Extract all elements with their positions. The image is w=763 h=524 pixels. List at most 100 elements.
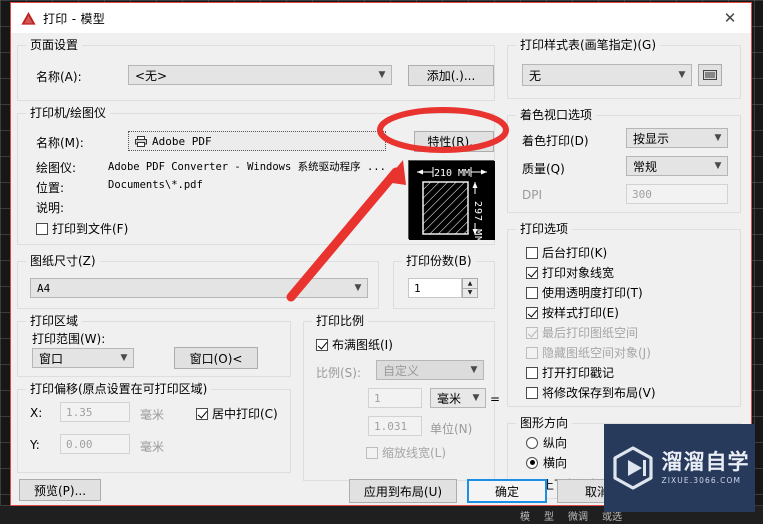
fit-to-paper-checkbox[interactable]: 布满图纸(I): [316, 336, 393, 353]
svg-text:210 MM: 210 MM: [434, 168, 470, 179]
window-pick-button[interactable]: 窗口(O)<: [174, 347, 258, 369]
page-setup-name-label: 名称(A):: [36, 70, 82, 84]
apply-to-layout-button[interactable]: 应用到布局(U): [349, 479, 457, 503]
plot-area-group: 打印区域 打印范围(W): 窗口 ▼ 窗口(O)<: [17, 314, 291, 377]
printer-icon: [135, 135, 147, 147]
close-icon[interactable]: ✕: [709, 3, 751, 33]
plot-option-label: 打印对象线宽: [542, 266, 615, 280]
page-setup-legend: 页面设置: [26, 38, 83, 52]
plot-range-combo[interactable]: 窗口 ▼: [32, 348, 134, 368]
printer-name-combo[interactable]: Adobe PDF: [128, 131, 386, 151]
spinner-up-icon[interactable]: ▲: [462, 278, 478, 289]
watermark: 溜溜自学 ZIXUE.3066.COM: [604, 424, 755, 512]
orientation-portrait-radio[interactable]: 纵向: [526, 434, 567, 451]
add-page-setup-button[interactable]: 添加(.)...: [408, 65, 494, 86]
plot-option-paperspace-last: 最后打印图纸空间: [526, 324, 638, 341]
plot-option-hide-paperspace: 隐藏图纸空间对象(J): [526, 344, 651, 361]
offset-x-label: X:: [30, 406, 43, 420]
page-setup-name-value: <无>: [135, 68, 168, 83]
plot-options-legend: 打印选项: [516, 222, 573, 236]
chevron-down-icon: ▼: [472, 393, 480, 403]
preview-button[interactable]: 预览(P)...: [19, 479, 101, 501]
dpi-label: DPI: [522, 188, 543, 202]
shade-plot-value: 按显示: [633, 131, 670, 146]
quality-combo[interactable]: 常规 ▼: [626, 156, 728, 176]
plot-area-legend: 打印区域: [26, 314, 83, 328]
checkbox-box: [526, 346, 538, 359]
scale-value: 自定义: [383, 363, 420, 378]
svg-text:297 MM: 297 MM: [472, 201, 483, 240]
printer-name-value: Adobe PDF: [152, 134, 212, 148]
dpi-input[interactable]: 300: [626, 184, 728, 204]
plot-option-save-layout[interactable]: 将修改保存到布局(V): [526, 384, 656, 401]
plot-option-transparency[interactable]: 使用透明度打印(T): [526, 284, 643, 301]
paper-size-combo[interactable]: A4 ▼: [30, 278, 368, 298]
printer-group: 打印机/绘图仪 名称(M): Adobe PDF 特性(R)... 绘图仪: A…: [17, 106, 495, 245]
shade-plot-label: 着色打印(D): [522, 134, 589, 148]
checkbox-box: [526, 306, 538, 319]
offset-x-unit: 毫米: [140, 408, 165, 422]
plot-option-background[interactable]: 后台打印(K): [526, 244, 607, 261]
checkbox-box: [526, 326, 538, 339]
plot-option-plot-style[interactable]: 按样式打印(E): [526, 304, 619, 321]
radio-circle: [526, 456, 538, 469]
checkbox-box: [36, 222, 48, 235]
plot-option-lineweights[interactable]: 打印对象线宽: [526, 264, 614, 281]
scale-equals-sign: =: [490, 392, 501, 406]
checkbox-box: [526, 386, 538, 399]
plot-option-label: 隐藏图纸空间对象(J): [542, 346, 651, 360]
plot-scale-group: 打印比例 布满图纸(I) 比例(S): 自定义 ▼ 1 毫米 ▼ = 1.031…: [303, 314, 500, 481]
plot-range-label: 打印范围(W):: [32, 332, 106, 346]
ok-button[interactable]: 确定: [467, 479, 547, 503]
center-plot-checkbox[interactable]: 居中打印(C): [196, 405, 278, 422]
plot-range-value: 窗口: [39, 351, 64, 366]
chevron-down-icon: ▼: [354, 283, 362, 293]
plot-option-label: 打开打印戳记: [542, 366, 615, 380]
paper-preview: 210 MM 297 MM: [408, 160, 495, 243]
scale-numerator-input[interactable]: 1: [368, 388, 422, 408]
plot-style-group: 打印样式表(画笔指定)(G) 无 ▼: [507, 38, 741, 99]
dialog-title-bar: 打印 - 模型 ✕: [11, 3, 751, 33]
chevron-down-icon: ▼: [470, 365, 478, 375]
copies-group: 打印份数(B) 1 ▲ ▼: [393, 254, 495, 309]
shade-plot-combo[interactable]: 按显示 ▼: [626, 128, 728, 148]
copies-spinner[interactable]: ▲ ▼: [462, 278, 478, 298]
printer-properties-button[interactable]: 特性(R)...: [414, 131, 494, 152]
plot-style-value: 无: [529, 68, 542, 83]
plot-option-label: 将修改保存到布局(V): [542, 386, 656, 400]
printer-legend: 打印机/绘图仪: [26, 106, 111, 120]
plot-style-edit-button[interactable]: [698, 64, 722, 86]
orientation-portrait-label: 纵向: [543, 436, 568, 450]
plot-option-label: 使用透明度打印(T): [542, 286, 643, 300]
plot-style-combo[interactable]: 无 ▼: [522, 64, 692, 86]
paper-size-value: A4: [37, 281, 51, 295]
play-triangle-icon: [612, 446, 653, 490]
scale-unit-combo[interactable]: 毫米 ▼: [430, 388, 486, 408]
scale-denominator-input[interactable]: 1.031: [368, 416, 422, 436]
orientation-landscape-radio[interactable]: 横向: [526, 454, 567, 471]
shaded-viewport-legend: 着色视口选项: [516, 108, 597, 122]
plot-to-file-checkbox[interactable]: 打印到文件(F): [36, 220, 128, 237]
page-setup-name-combo[interactable]: <无> ▼: [128, 65, 392, 85]
scale-combo[interactable]: 自定义 ▼: [376, 360, 484, 380]
scale-denominator-unit-label: 单位(N): [430, 422, 473, 436]
plot-option-plot-stamp[interactable]: 打开打印戳记: [526, 364, 614, 381]
scale-lineweights-checkbox[interactable]: 缩放线宽(L): [366, 444, 446, 461]
offset-y-input[interactable]: 0.00: [60, 434, 130, 454]
page-setup-group: 页面设置 名称(A): <无> ▼ 添加(.)...: [17, 38, 495, 101]
offset-y-label: Y:: [30, 438, 40, 452]
spinner-down-icon[interactable]: ▼: [462, 288, 478, 298]
offset-x-input[interactable]: 1.35: [60, 402, 130, 422]
plot-style-legend: 打印样式表(画笔指定)(G): [516, 38, 661, 52]
checkbox-box: [366, 446, 378, 459]
quality-value: 常规: [633, 159, 658, 174]
chevron-down-icon: ▼: [678, 70, 686, 80]
dialog-title: 打印 - 模型: [43, 11, 106, 26]
plot-offset-group: 打印偏移(原点设置在可打印区域) X: 1.35 毫米 居中打印(C) Y: 0…: [17, 382, 291, 473]
orientation-landscape-label: 横向: [543, 456, 568, 470]
plot-style-edit-icon: [703, 70, 717, 80]
plotter-value: Adobe PDF Converter - Windows 系统驱动程序 ...: [108, 161, 386, 173]
plot-scale-legend: 打印比例: [312, 314, 369, 328]
checkbox-box: [526, 286, 538, 299]
copies-input[interactable]: 1: [408, 278, 462, 298]
